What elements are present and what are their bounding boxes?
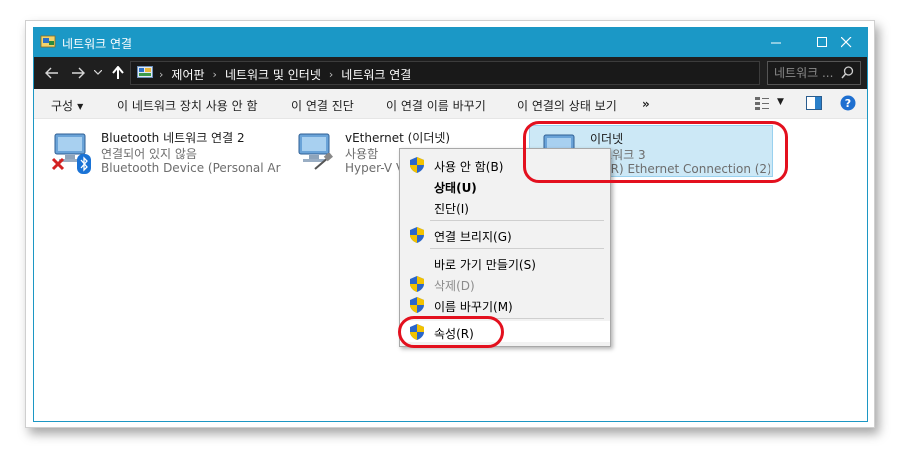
help-icon: ?: [840, 95, 856, 111]
bluetooth-icon: [77, 154, 91, 174]
menu-item-label: 삭제(D): [434, 279, 475, 293]
forward-button[interactable]: [68, 63, 88, 83]
preview-pane-button[interactable]: [806, 96, 822, 113]
arrow-up-icon: [112, 66, 124, 79]
svg-text:?: ?: [845, 97, 851, 110]
control-panel-icon: [137, 66, 153, 78]
view-dropdown-icon[interactable]: ▼: [777, 97, 784, 107]
uac-shield-icon: [410, 276, 424, 292]
connection-status: 연결되어 있지 않음: [101, 147, 197, 161]
preview-pane-icon: [806, 96, 822, 110]
menu-item-label: 연결 브리지(G): [434, 230, 512, 244]
window-title: 네트워크 연결: [62, 37, 133, 51]
breadcrumb-network-internet[interactable]: 네트워크 및 인터넷: [225, 66, 321, 83]
breadcrumb-network-connections[interactable]: 네트워크 연결: [341, 66, 411, 83]
close-button[interactable]: [823, 28, 867, 57]
connection-status: 사용함: [345, 147, 379, 161]
minimize-button[interactable]: [753, 28, 799, 57]
change-view-button[interactable]: [754, 95, 770, 114]
command-bar: 구성 ▼ 이 네트워크 장치 사용 안 함 이 연결 진단 이 연결 이름 바꾸기…: [34, 89, 867, 119]
disable-device-button[interactable]: 이 네트워크 장치 사용 안 함: [117, 97, 258, 114]
annotation-properties-highlight: [398, 316, 504, 348]
organize-label: 구성: [51, 99, 74, 113]
chevron-down-icon: [94, 70, 102, 75]
close-icon: [840, 37, 851, 48]
organize-button[interactable]: 구성 ▼: [51, 97, 83, 114]
view-status-button[interactable]: 이 연결의 상태 보기: [517, 97, 617, 114]
title-bar: 네트워크 연결: [34, 28, 867, 57]
menu-item-rename[interactable]: 이름 바꾸기(M): [400, 294, 610, 315]
connection-device: Bluetooth Device (Personal Area ...: [101, 161, 281, 175]
disconnected-x-icon: [51, 157, 65, 171]
menu-item-label: 이름 바꾸기(M): [434, 300, 513, 314]
uac-shield-icon: [410, 297, 424, 313]
uac-shield-icon: [410, 157, 424, 173]
breadcrumb-control-panel[interactable]: 제어판: [171, 66, 204, 83]
diagnose-connection-button[interactable]: 이 연결 진단: [291, 97, 354, 114]
menu-item-label: 바로 가기 만들기(S): [434, 258, 536, 272]
menu-item-label: 사용 안 함(B): [434, 160, 504, 174]
connection-name: Bluetooth 네트워크 연결 2: [101, 131, 245, 145]
breadcrumb-separator[interactable]: ›: [329, 68, 333, 81]
menu-item-label: 진단(I): [434, 202, 469, 216]
breadcrumb: › 제어판 › 네트워크 및 인터넷 › 네트워크 연결: [159, 66, 411, 83]
search-icon: [841, 66, 854, 79]
back-button[interactable]: [42, 63, 62, 83]
ethernet-cable-icon: [314, 153, 333, 170]
menu-item-shortcut[interactable]: 바로 가기 만들기(S): [400, 252, 610, 273]
connection-item-bluetooth[interactable]: Bluetooth 네트워크 연결 2 연결되어 있지 않음 Bluetooth…: [41, 125, 281, 177]
recent-locations-button[interactable]: [92, 63, 104, 83]
arrow-left-icon: [45, 67, 58, 79]
address-bar: › 제어판 › 네트워크 및 인터넷 › 네트워크 연결: [34, 57, 867, 89]
annotation-ethernet-highlight: [523, 121, 788, 183]
menu-separator: [430, 248, 604, 249]
help-button[interactable]: ?: [840, 95, 856, 114]
address-box[interactable]: › 제어판 › 네트워크 및 인터넷 › 네트워크 연결: [130, 61, 851, 85]
rename-connection-button[interactable]: 이 연결 이름 바꾸기: [386, 97, 486, 114]
search-box[interactable]: [767, 61, 861, 85]
breadcrumb-separator: ›: [159, 68, 164, 81]
search-input[interactable]: [774, 65, 840, 81]
view-options-icon: [755, 97, 769, 110]
menu-item-diagnose[interactable]: 진단(I): [400, 196, 610, 217]
up-button[interactable]: [108, 63, 128, 83]
more-commands-button[interactable]: »: [642, 97, 650, 111]
minimize-icon: [770, 42, 781, 44]
connection-name: vEthernet (이더넷): [345, 131, 451, 145]
menu-item-bridge[interactable]: 연결 브리지(G): [400, 224, 610, 245]
arrow-right-icon: [72, 67, 85, 79]
breadcrumb-separator[interactable]: ›: [213, 68, 217, 81]
uac-shield-icon: [410, 227, 424, 243]
caret-down-icon: ▼: [77, 102, 84, 111]
network-folder-icon: [40, 35, 56, 48]
menu-item-delete: 삭제(D): [400, 273, 610, 294]
menu-item-label: 상태(U): [434, 181, 477, 195]
menu-separator: [430, 220, 604, 221]
